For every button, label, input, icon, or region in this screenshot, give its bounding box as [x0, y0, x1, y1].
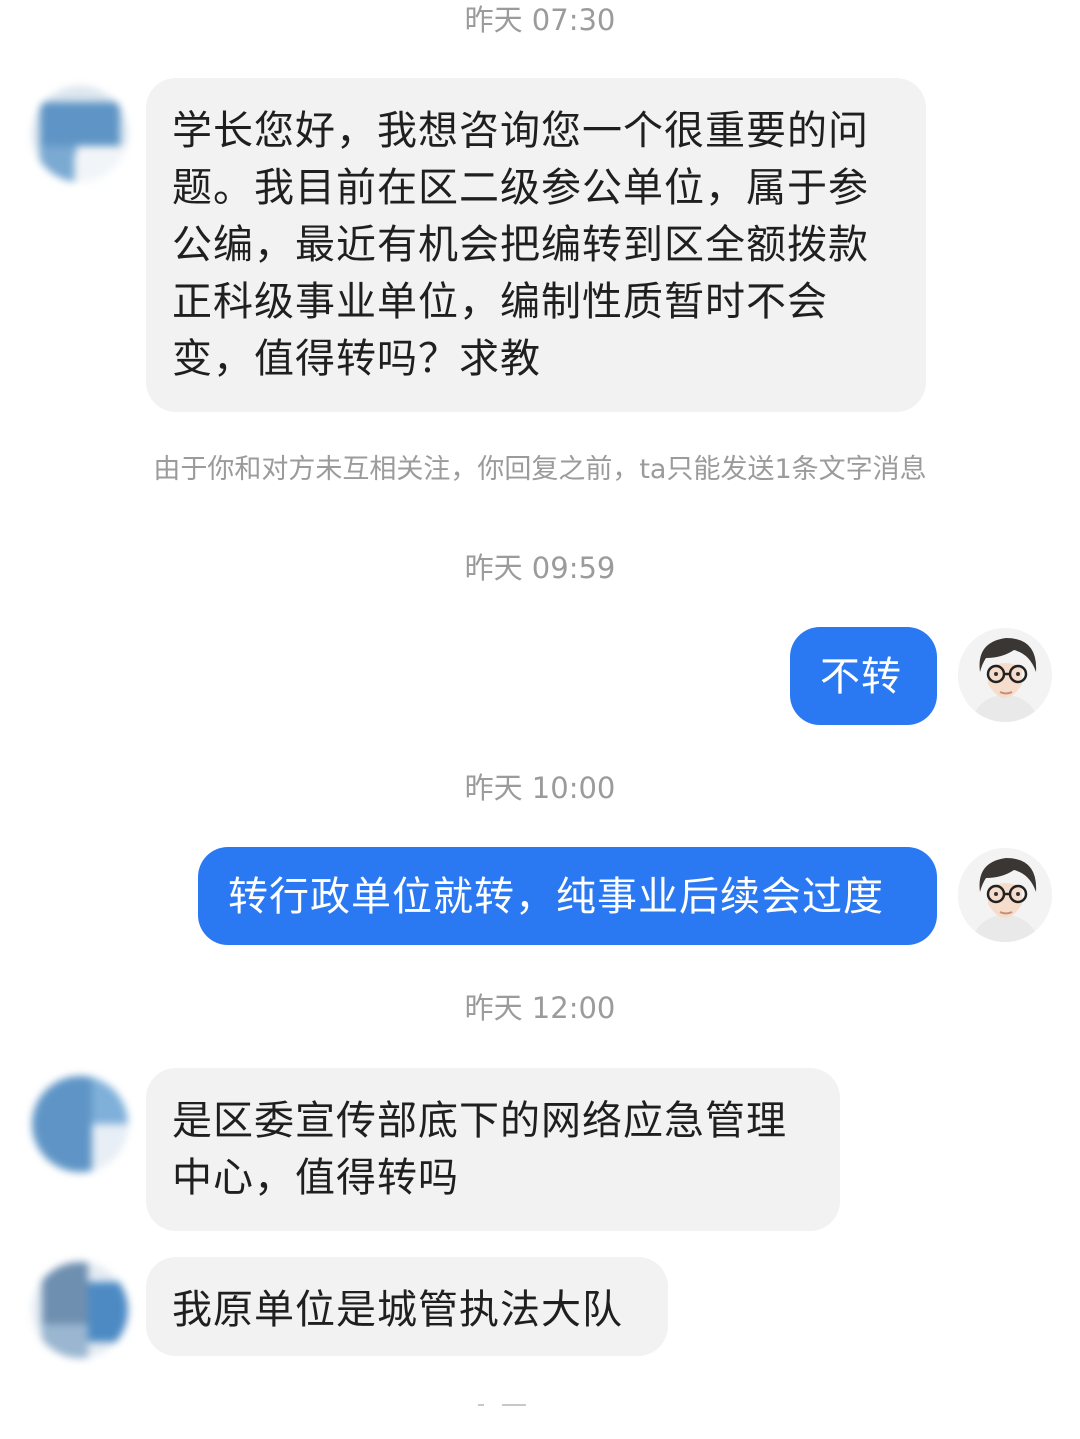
cut-off-content-fragment [478, 1404, 526, 1406]
blurred-avatar-icon [32, 1262, 128, 1358]
timestamp: 昨天 07:30 [464, 3, 616, 37]
incoming-message-bubble[interactable]: 是区委宣传部底下的网络应急管理中心，值得转吗 [146, 1068, 840, 1231]
timestamp: 昨天 12:00 [464, 991, 616, 1025]
my-avatar[interactable] [958, 848, 1052, 942]
blurred-avatar-icon [32, 1076, 128, 1172]
outgoing-message-bubble[interactable]: 不转 [790, 627, 937, 725]
timestamp: 昨天 10:00 [464, 771, 616, 805]
contact-avatar[interactable] [32, 1262, 128, 1358]
man-with-glasses-avatar-icon [958, 628, 1052, 722]
contact-avatar[interactable] [32, 1076, 128, 1172]
follow-limit-notice: 由于你和对方未互相关注，你回复之前，ta只能发送1条文字消息 [153, 454, 927, 485]
my-avatar[interactable] [958, 628, 1052, 722]
message-text: 我原单位是城管执法大队 [172, 1287, 623, 1333]
blurred-avatar-icon [32, 86, 128, 182]
contact-avatar[interactable] [32, 86, 128, 182]
message-text: 是区委宣传部底下的网络应急管理中心，值得转吗 [172, 1098, 787, 1201]
message-text: 转行政单位就转，纯事业后续会过度 [228, 874, 884, 920]
message-text: 学长您好，我想咨询您一个很重要的问题。我目前在区二级参公单位，属于参公编，最近有… [172, 108, 869, 382]
incoming-message-bubble[interactable]: 我原单位是城管执法大队 [146, 1257, 668, 1356]
man-with-glasses-avatar-icon [958, 848, 1052, 942]
incoming-message-bubble[interactable]: 学长您好，我想咨询您一个很重要的问题。我目前在区二级参公单位，属于参公编，最近有… [146, 78, 926, 412]
message-text: 不转 [820, 654, 902, 700]
timestamp: 昨天 09:59 [464, 551, 616, 585]
outgoing-message-bubble[interactable]: 转行政单位就转，纯事业后续会过度 [198, 847, 937, 945]
